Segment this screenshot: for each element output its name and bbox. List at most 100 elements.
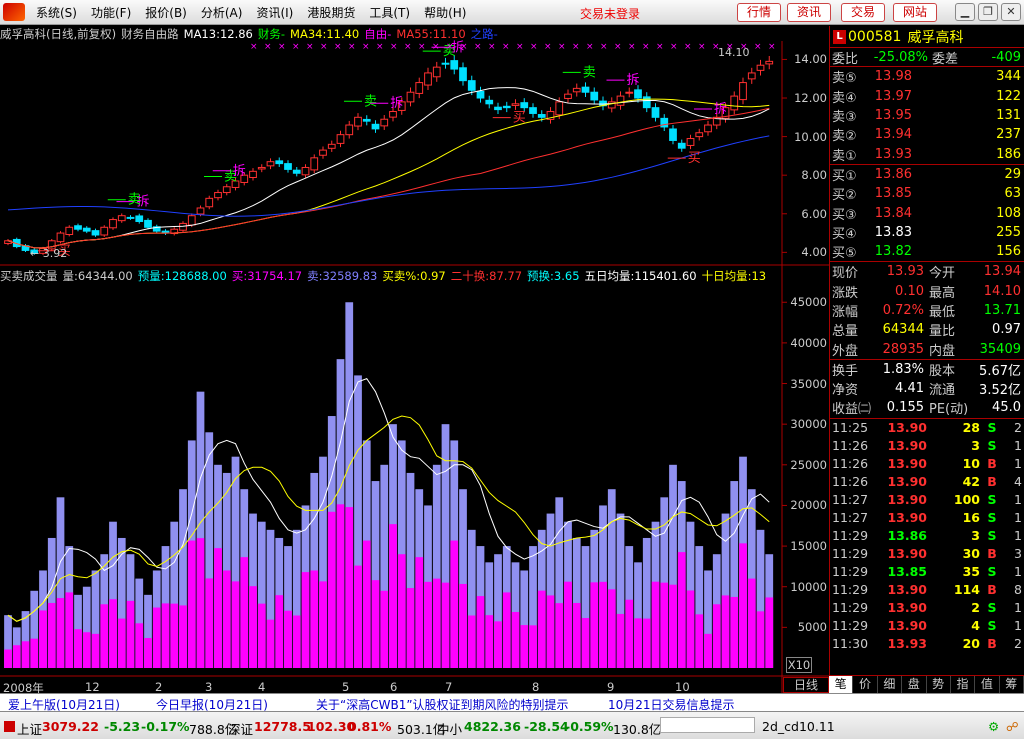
buy-volume-bar [669, 584, 677, 668]
buy-volume-bar [187, 540, 196, 668]
candle-body [520, 102, 529, 109]
tick-row: 11:29 13.90 4 S 1 [832, 618, 1022, 634]
date-axis-label: 12 [85, 680, 100, 694]
volume-axis-label: 35000 [790, 376, 827, 391]
candle-body [205, 197, 214, 208]
marker-x: × [698, 42, 706, 52]
volume-indicator-label: 十日均量:13 [701, 269, 767, 283]
buy-volume-bar [249, 586, 257, 668]
buy-volume-bar [677, 552, 686, 668]
quote-tab[interactable]: 指 [951, 676, 976, 693]
stock-title: L 000581 威孚高科 [830, 26, 1024, 48]
candle-body [109, 219, 117, 229]
buy-volume-bar [222, 570, 231, 668]
close-icon[interactable]: ✕ [1001, 3, 1021, 21]
quote-tab[interactable]: 筹 [1000, 676, 1024, 693]
tick-row: 11:26 13.90 3 S 1 [832, 438, 1022, 454]
buy-volume-bar [275, 595, 284, 668]
buy-volume-bar [581, 618, 590, 668]
level2-badge: L [833, 30, 846, 44]
marker-x: × [320, 42, 328, 52]
low-price-label: ← 3.92 [30, 247, 67, 260]
minimize-icon[interactable]: ▁ [955, 3, 975, 21]
candle-body [747, 72, 756, 80]
candle-body [56, 232, 65, 243]
buy-volume-bar [345, 507, 354, 668]
buy-volume-bar [336, 504, 345, 668]
candle-body [327, 143, 336, 149]
signal-marker: 卖 [364, 94, 377, 109]
candle-body [695, 132, 704, 138]
marker-x: × [348, 42, 356, 52]
marker-x: × [712, 42, 720, 52]
top-button[interactable]: 网站 [893, 3, 938, 22]
quote-tab[interactable]: 势 [927, 676, 951, 693]
period-selector[interactable]: 日线 [783, 677, 829, 693]
volume-multiplier: X10 [786, 657, 812, 673]
quote-tab[interactable]: 盘 [902, 676, 927, 693]
marker-x: × [250, 42, 258, 52]
quote-tab[interactable]: 价 [853, 676, 878, 693]
order-book-row: 买② 13.85 63 [832, 186, 1021, 204]
marker-x: × [390, 42, 398, 52]
candle-body [494, 106, 502, 111]
restore-icon[interactable]: ❐ [978, 3, 998, 21]
candle-body [310, 157, 319, 171]
tick-row: 11:29 13.90 30 B 3 [832, 546, 1022, 562]
buy-volume-bar [564, 581, 572, 668]
candle-body [485, 99, 494, 105]
candle-body [730, 95, 739, 111]
volume-indicator-label: 预量:128688.00 [137, 269, 227, 283]
signal-marker: 卖 [583, 65, 596, 80]
candle-body [91, 230, 100, 236]
candle-body [100, 226, 109, 236]
buy-volume-bar [459, 583, 467, 668]
volume-axis-label: 10000 [790, 579, 827, 594]
price-chart-header: 威孚高科(日线,前复权) 财务自由路 MA13:12.86 财务- MA34:11.40… [0, 26, 503, 41]
volume-indicator-label: 买卖成交量 [0, 269, 58, 283]
signal-marker: 拆 [714, 102, 727, 117]
order-book-row: 卖⑤ 13.98 344 [832, 69, 1021, 87]
buy-volume-bar [205, 578, 214, 668]
volume-indicator-label: 买卖%:0.97 [382, 269, 446, 283]
candle-body [441, 62, 450, 65]
date-axis-label: 3 [205, 680, 213, 694]
candle-body [572, 87, 581, 93]
candle-body [529, 107, 537, 114]
marker-x: × [432, 42, 440, 52]
marker-x: × [264, 42, 272, 52]
buy-volume-bar [170, 603, 179, 668]
zx-index: 4822.36 [464, 719, 521, 734]
quote-tab[interactable]: 细 [878, 676, 903, 693]
quote-tab[interactable]: 笔 [829, 676, 854, 693]
marker-x: × [544, 42, 552, 52]
candle-body [686, 138, 695, 146]
quote-tab[interactable]: 值 [975, 676, 1000, 693]
volume-axis-label: 20000 [790, 498, 827, 513]
signal-marker: 拆 [390, 96, 403, 111]
date-axis-label: 8 [532, 680, 540, 694]
status-file: 2d_cd10.11 [762, 719, 835, 734]
candle-body [275, 160, 284, 165]
order-book-row: 卖② 13.94 237 [832, 127, 1021, 145]
marker-x: × [600, 42, 608, 52]
candle-body [362, 118, 371, 122]
marker-x: × [306, 42, 314, 52]
tick-row: 11:29 13.86 3 S 1 [832, 528, 1022, 544]
buy-volume-bar [257, 603, 266, 668]
marker-x: × [502, 42, 510, 52]
date-axis-label: 6 [390, 680, 398, 694]
buy-volume-bar [415, 557, 424, 668]
top-button[interactable]: 交易 [841, 3, 886, 22]
marker-x: × [684, 42, 692, 52]
marker-x: × [404, 42, 412, 52]
signal-marker: 卖 [128, 193, 141, 208]
buy-volume-bar [494, 621, 502, 668]
candle-body [581, 86, 590, 93]
candle-body [319, 149, 327, 156]
candle-body [625, 91, 634, 94]
candle-body [669, 128, 677, 141]
stats-row: 涨跌 0.10 最高 14.10 [832, 283, 1021, 301]
candle-body [214, 192, 222, 199]
kline-chart[interactable]: 买拆卖卖拆卖 拆卖拆买卖拆买拆← 3.9214.10× × × × × × × × × × × × × × ×… [0, 0, 829, 693]
